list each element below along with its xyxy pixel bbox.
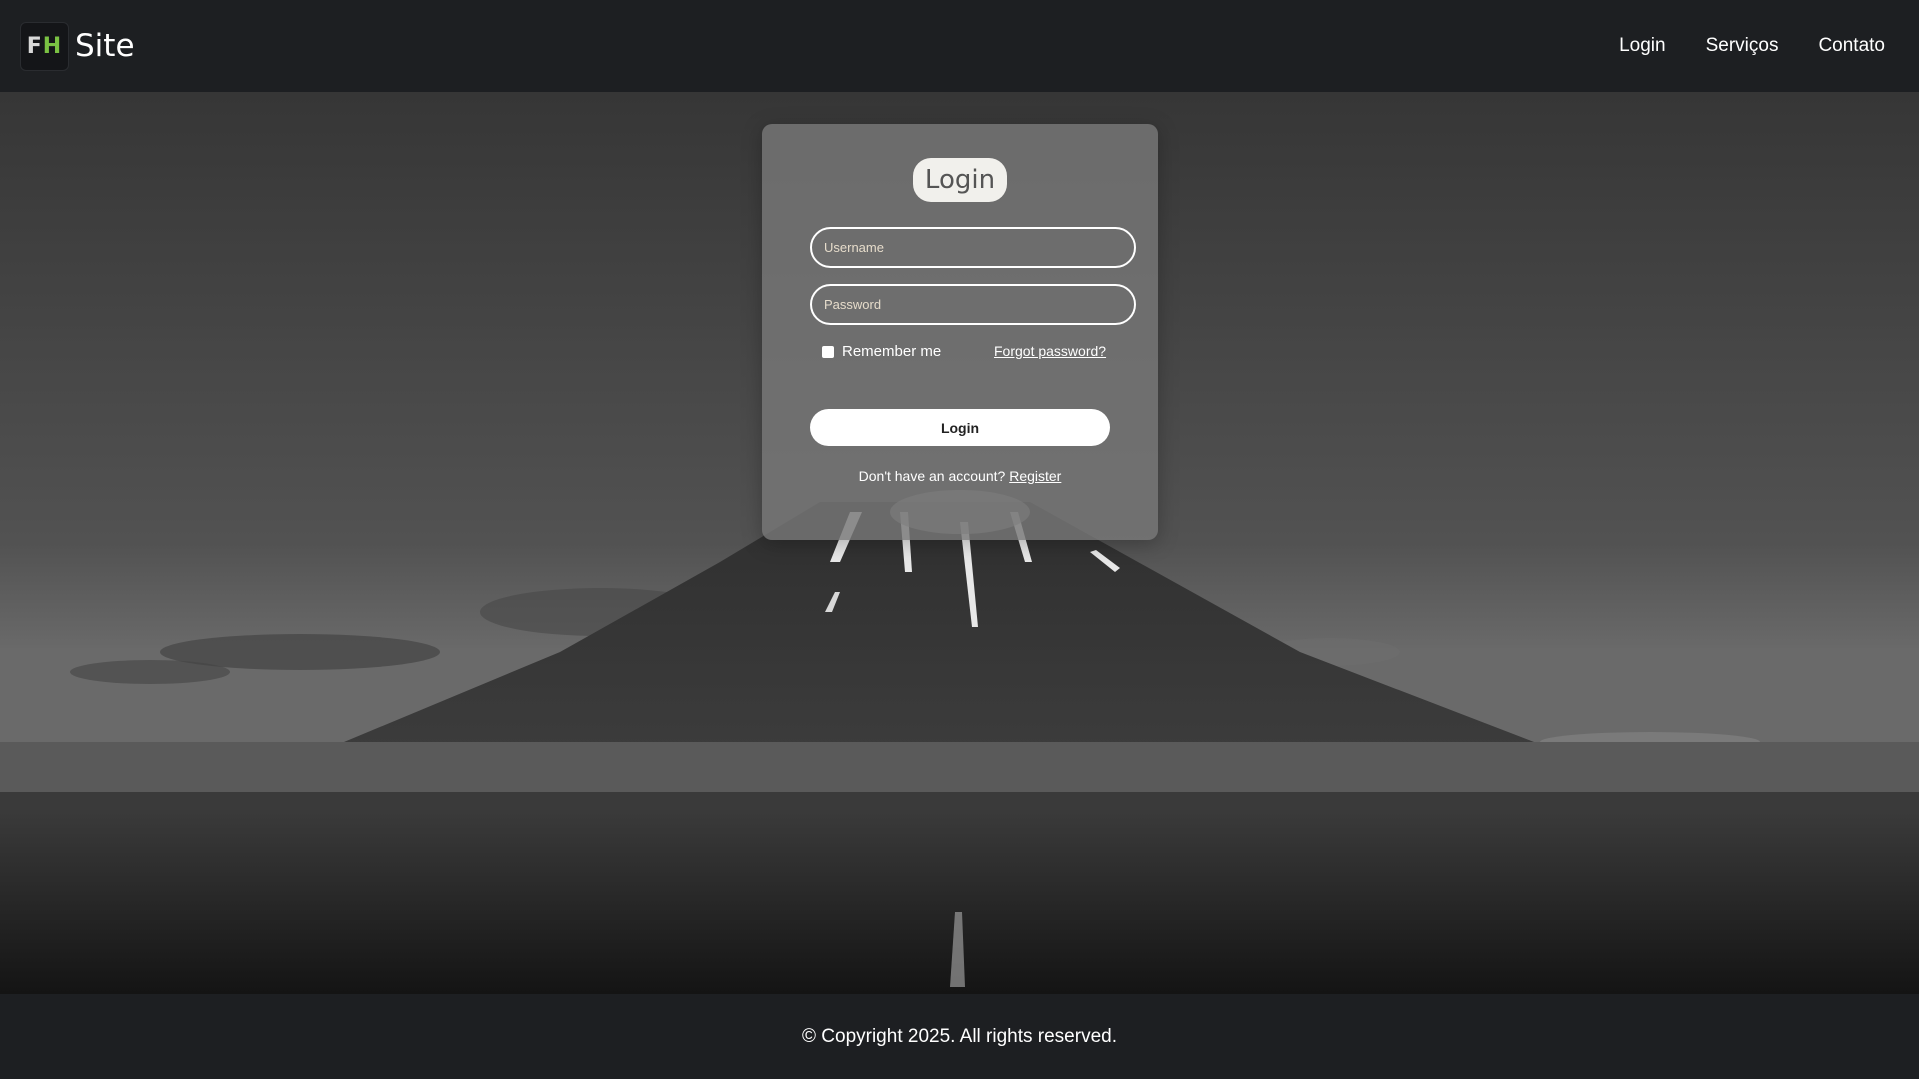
register-link[interactable]: Register (1009, 468, 1061, 484)
site-header: FH Site Login Serviços Contato (0, 0, 1919, 92)
remember-me-checkbox[interactable] (822, 345, 834, 358)
register-prompt-text: Don't have an account? (858, 468, 1006, 484)
remember-me-option[interactable]: Remember me (822, 343, 941, 360)
remember-me-label: Remember me (842, 343, 942, 360)
login-title: Login (913, 158, 1007, 202)
nav-link-login[interactable]: Login (1619, 35, 1666, 57)
logo-letter-h: H (42, 33, 63, 59)
copyright-text: © Copyright 2025. All rights reserved. (802, 1025, 1117, 1047)
main-nav: Login Serviços Contato (1619, 35, 1885, 57)
nav-link-contato[interactable]: Contato (1818, 35, 1885, 57)
logo-mark: FH (20, 21, 69, 71)
password-input[interactable] (810, 284, 1136, 325)
username-input[interactable] (810, 227, 1136, 268)
login-button[interactable]: Login (810, 409, 1110, 446)
site-footer: © Copyright 2025. All rights reserved. (0, 994, 1919, 1079)
logo-letter-f: F (26, 33, 43, 59)
nav-link-servicos[interactable]: Serviços (1706, 35, 1779, 57)
brand-logo[interactable]: FH Site (20, 21, 135, 71)
register-prompt: Don't have an account? Register (762, 468, 1158, 484)
forgot-password-link[interactable]: Forgot password? (994, 343, 1106, 359)
login-card: Login Remember me Forgot password? Login… (762, 124, 1158, 540)
site-name: Site (75, 28, 135, 64)
